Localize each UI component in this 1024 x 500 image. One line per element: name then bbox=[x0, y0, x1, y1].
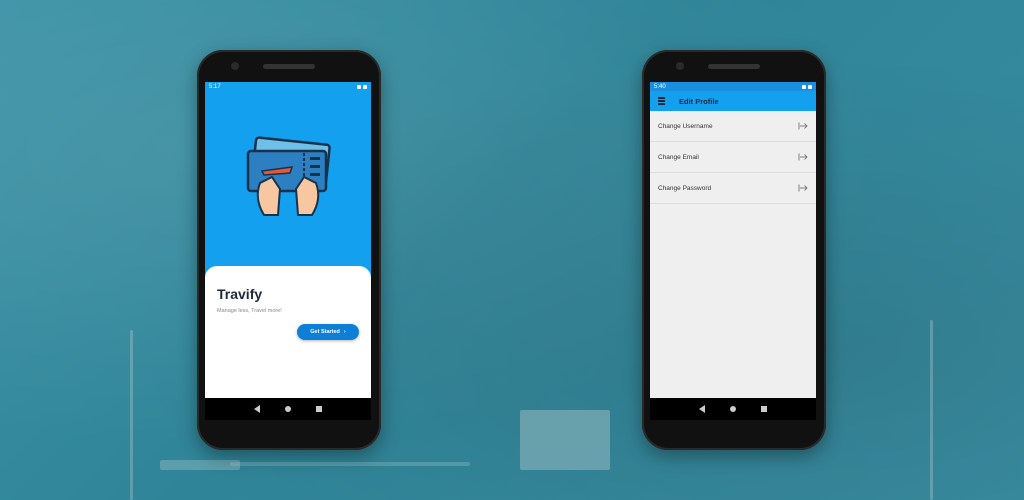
app-bar: Edit Profile bbox=[650, 91, 816, 111]
app-title: Travify bbox=[217, 286, 263, 302]
phone-mockup-edit-profile: 5:40 Edit Profile Change Username Change… bbox=[642, 50, 826, 450]
get-started-label: Get Started bbox=[310, 329, 340, 335]
page-title: Edit Profile bbox=[679, 96, 719, 106]
wall-crack bbox=[930, 320, 933, 500]
chevron-right-icon: › bbox=[343, 329, 346, 335]
wifi-icon bbox=[357, 84, 361, 89]
exit-icon bbox=[798, 122, 808, 130]
welcome-screen: 5:17 Travify Manage less, Travel more! G… bbox=[205, 82, 371, 398]
status-time: 5:40 bbox=[654, 83, 666, 90]
front-camera bbox=[231, 62, 239, 70]
ticket-illustration bbox=[205, 91, 371, 266]
android-nav-bar bbox=[650, 398, 816, 420]
change-password-item[interactable]: Change Password bbox=[650, 173, 816, 204]
status-bar: 5:17 bbox=[205, 82, 371, 91]
earpiece-speaker bbox=[263, 64, 315, 69]
front-camera bbox=[676, 62, 684, 70]
battery-icon bbox=[808, 84, 812, 89]
get-started-button[interactable]: Get Started › bbox=[297, 324, 359, 340]
menu-item-label: Change Username bbox=[658, 122, 713, 130]
phone-mockup-welcome: 5:17 Travify Manage less, Travel more! G… bbox=[197, 50, 381, 450]
exit-icon bbox=[798, 153, 808, 161]
back-icon[interactable] bbox=[253, 405, 260, 413]
recents-icon[interactable] bbox=[761, 406, 768, 412]
menu-item-label: Change Password bbox=[658, 184, 712, 192]
wifi-icon bbox=[802, 84, 806, 89]
status-bar: 5:40 bbox=[650, 82, 816, 91]
edit-profile-screen: 5:40 Edit Profile Change Username Change… bbox=[650, 82, 816, 398]
home-icon[interactable] bbox=[284, 406, 291, 412]
menu-item-label: Change Email bbox=[658, 153, 699, 161]
recents-icon[interactable] bbox=[316, 406, 323, 412]
app-tagline: Manage less, Travel more! bbox=[217, 308, 282, 314]
menu-icon[interactable] bbox=[658, 97, 665, 105]
wall-crack bbox=[230, 462, 470, 466]
ticket-icon bbox=[246, 135, 331, 216]
back-icon[interactable] bbox=[698, 405, 705, 413]
home-icon[interactable] bbox=[729, 406, 736, 412]
wall-crack bbox=[160, 460, 240, 470]
battery-icon bbox=[363, 84, 367, 89]
welcome-card: Travify Manage less, Travel more! Get St… bbox=[205, 266, 371, 398]
earpiece-speaker bbox=[708, 64, 760, 69]
change-username-item[interactable]: Change Username bbox=[650, 111, 816, 142]
change-email-item[interactable]: Change Email bbox=[650, 142, 816, 173]
android-nav-bar bbox=[205, 398, 371, 420]
wall-crack bbox=[130, 330, 133, 500]
status-time: 5:17 bbox=[209, 83, 221, 90]
exit-icon bbox=[798, 184, 808, 192]
wall-crack bbox=[520, 410, 610, 470]
